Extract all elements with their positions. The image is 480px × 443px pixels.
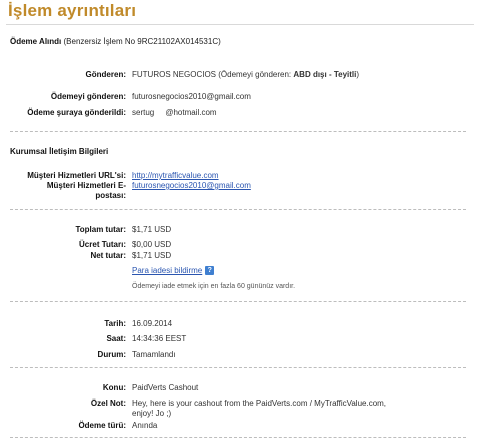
service-url-link[interactable]: http://mytrafficvalue.com (132, 171, 219, 180)
section-divider (10, 367, 466, 368)
total-value: $1,71 USD (132, 225, 172, 234)
recipient-email-value: sertug @hotmail.com (132, 108, 217, 117)
payer-email-row: Ödemeyi gönderen: futurosnegocios2010@gm… (0, 91, 480, 102)
sender-row: Gönderen: FUTUROS NEGOCIOS (Ödemeyi gönd… (0, 69, 480, 80)
section-divider (10, 209, 466, 210)
section-divider (10, 437, 466, 438)
corporate-heading-row: Kurumsal İletişim Bilgileri (0, 146, 480, 157)
page-title: İşlem ayrıntıları (8, 1, 137, 20)
section-divider (10, 301, 466, 302)
service-email-label-row2: postası: (0, 190, 480, 201)
sender-label: Gönderen: (85, 70, 126, 79)
payer-email-value: futurosnegocios2010@gmail.com (132, 92, 251, 101)
fee-label: Ücret Tutarı: (79, 240, 126, 249)
payer-email-label: Ödemeyi gönderen: (50, 92, 126, 101)
help-icon[interactable]: ? (205, 266, 215, 276)
paytype-label: Ödeme türü: (78, 421, 126, 430)
note-row-2: enjoy! Jo ;) (0, 408, 480, 419)
refund-link[interactable]: Para iadesi bildirme (132, 266, 202, 275)
sender-name: FUTUROS NEGOCIOS (Ödemeyi gönderen: (132, 70, 294, 79)
net-label: Net tutar: (90, 251, 126, 260)
time-label: Saat: (106, 334, 126, 343)
paytype-row: Ödeme türü: Anında (0, 420, 480, 431)
date-row: Tarih: 16.09.2014 (0, 318, 480, 329)
service-email-link[interactable]: futurosnegocios2010@gmail.com (132, 181, 251, 190)
date-label: Tarih: (104, 319, 126, 328)
sender-value: FUTUROS NEGOCIOS (Ödemeyi gönderen: ABD … (132, 69, 359, 80)
status-label: Durum: (97, 350, 126, 359)
refund-row: Para iadesi bildirme? (0, 265, 480, 276)
total-row: Toplam tutar: $1,71 USD (0, 224, 480, 235)
transaction-id: (Benzersiz İşlem No 9RC21102AX014531C) (63, 37, 221, 46)
refund-note: Ödemeyi iade etmek için en fazla 60 günü… (132, 283, 296, 290)
status-value: Tamamlandı (132, 350, 176, 359)
status-row: Durum: Tamamlandı (0, 349, 480, 360)
time-value: 14:34:36 EEST (132, 334, 187, 343)
fee-row: Ücret Tutarı: $0,00 USD (0, 239, 480, 250)
sender-verification: ABD dışı - Teyitli (293, 70, 357, 79)
date-value: 16.09.2014 (132, 319, 173, 328)
recipient-email-label: Ödeme şuraya gönderildi: (27, 108, 126, 117)
section-divider (10, 131, 466, 132)
recipient-email-row: Ödeme şuraya gönderildi: sertug @hotmail… (0, 107, 480, 118)
time-row: Saat: 14:34:36 EEST (0, 333, 480, 344)
subject-row: Konu: PaidVerts Cashout (0, 382, 480, 393)
corporate-heading: Kurumsal İletişim Bilgileri (10, 147, 109, 156)
subject-label: Konu: (102, 383, 126, 392)
paytype-value: Anında (132, 421, 158, 430)
net-row: Net tutar: $1,71 USD (0, 250, 480, 261)
net-value: $1,71 USD (132, 251, 172, 260)
refund-note-row: Ödemeyi iade etmek için en fazla 60 günü… (0, 281, 480, 292)
title-divider (6, 24, 474, 25)
sender-close-paren: ) (356, 70, 360, 79)
note-line-2: enjoy! Jo ;) (132, 409, 172, 418)
payment-received-row: Ödeme Alındı (Benzersiz İşlem No 9RC2110… (0, 36, 480, 47)
payment-received-label: Ödeme Alındı (10, 37, 62, 46)
total-label: Toplam tutar: (75, 225, 126, 234)
fee-value: $0,00 USD (132, 240, 172, 249)
service-email-label-line2: postası: (95, 191, 126, 200)
subject-value: PaidVerts Cashout (132, 383, 199, 392)
